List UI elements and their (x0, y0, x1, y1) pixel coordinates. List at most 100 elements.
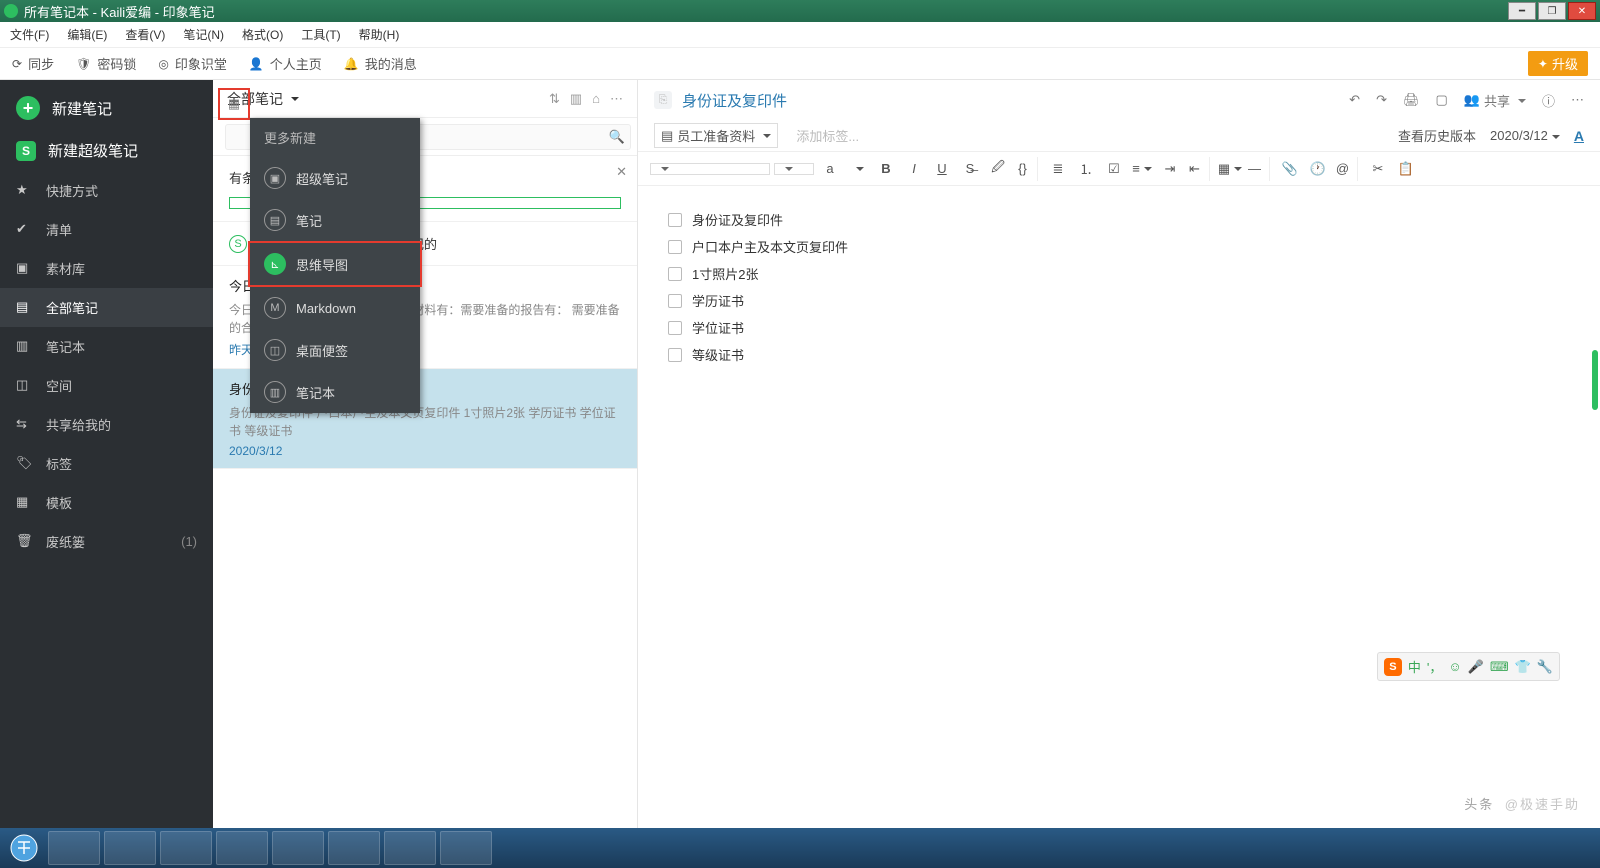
taskbar-item[interactable] (48, 831, 100, 865)
checkbox-icon[interactable] (668, 213, 682, 227)
scroll-indicator[interactable] (1592, 350, 1598, 410)
taskbar-item[interactable] (272, 831, 324, 865)
window-maximize-button[interactable]: ❐ (1538, 2, 1566, 20)
font-family-select[interactable] (650, 163, 770, 175)
outdent-icon[interactable]: ⇤ (1186, 157, 1210, 181)
ime-keyboard-icon[interactable]: ⌨ (1490, 659, 1509, 675)
new-note-type-grid-button[interactable]: ▦ (218, 88, 250, 120)
sidebar-item-templates[interactable]: ▦模板 (0, 483, 213, 522)
menu-note[interactable]: 笔记(N) (183, 26, 224, 43)
dropdown-option-notebook[interactable]: ▥笔记本 (250, 371, 420, 413)
upgrade-button[interactable]: ✦ 升级 (1528, 51, 1588, 76)
menu-format[interactable]: 格式(O) (242, 26, 283, 43)
taskbar-item[interactable] (160, 831, 212, 865)
font-color-dropdown-icon[interactable] (846, 157, 870, 181)
menu-edit[interactable]: 编辑(E) (67, 26, 107, 43)
checkbox-icon[interactable] (668, 348, 682, 362)
checklist-item[interactable]: 户口本户主及本文页复印件 (668, 233, 1570, 260)
indent-icon[interactable]: ⇥ (1158, 157, 1182, 181)
add-tag-input[interactable]: 添加标签... (796, 126, 859, 145)
clock-icon[interactable]: 🕐 (1306, 157, 1330, 181)
sync-button[interactable]: ⟳ 同步 (12, 54, 54, 73)
ime-toolbar[interactable]: S 中 '， ☺ 🎤 ⌨ 👕 🔧 (1377, 652, 1560, 681)
table-icon[interactable]: ▦ (1218, 157, 1242, 181)
checklist-item[interactable]: 1寸照片2张 (668, 260, 1570, 287)
taskbar-item[interactable] (328, 831, 380, 865)
code-icon[interactable]: {} (1014, 157, 1038, 181)
home-button[interactable]: 👤 个人主页 (249, 54, 322, 73)
taskbar-item[interactable] (216, 831, 268, 865)
banner-close-icon[interactable]: ✕ (616, 164, 627, 180)
window-close-button[interactable]: ✕ (1568, 2, 1596, 20)
menu-view[interactable]: 查看(V) (125, 26, 165, 43)
window-minimize-button[interactable]: ━ (1508, 2, 1536, 20)
note-content[interactable]: 身份证及复印件 户口本户主及本文页复印件 1寸照片2张 学历证书 学位证书 等级… (638, 186, 1600, 828)
format-toggle-icon[interactable]: A (1574, 128, 1584, 144)
sidebar-item-notebooks[interactable]: ▥笔记本 (0, 327, 213, 366)
note-title[interactable]: 身份证及复印件 (682, 90, 787, 111)
italic-icon[interactable]: I (902, 157, 926, 181)
at-icon[interactable]: @ (1334, 157, 1358, 181)
highlight-icon[interactable]: 🖉 (986, 157, 1010, 181)
info-icon[interactable]: ⓘ (1542, 91, 1555, 110)
checkbox-icon[interactable] (668, 321, 682, 335)
new-note-button[interactable]: + 新建笔记 (0, 86, 213, 130)
redo-icon[interactable]: ↷ (1376, 92, 1387, 108)
dropdown-option-note[interactable]: ▤笔记 (250, 199, 420, 241)
sort-icon[interactable]: ⇅ (549, 91, 560, 107)
dropdown-option-markdown[interactable]: MMarkdown (250, 287, 420, 329)
taskbar-item[interactable] (384, 831, 436, 865)
align-icon[interactable]: ≡ (1130, 157, 1154, 181)
note-date[interactable]: 2020/3/12 (1490, 128, 1560, 143)
ime-mic-icon[interactable]: 🎤 (1468, 659, 1484, 675)
checkbox-icon[interactable] (668, 267, 682, 281)
editor-more-icon[interactable]: ⋯ (1571, 92, 1584, 108)
checklist-item[interactable]: 身份证及复印件 (668, 206, 1570, 233)
messages-button[interactable]: 🔔 我的消息 (344, 54, 417, 73)
sidebar-item-trash[interactable]: 🗑废纸篓(1) (0, 522, 213, 561)
knowledge-button[interactable]: ◎ 印象识堂 (158, 54, 227, 73)
attachment-icon[interactable]: 📎 (1278, 157, 1302, 181)
hr-icon[interactable]: — (1246, 157, 1270, 181)
checkbox-icon[interactable]: ☑ (1102, 157, 1126, 181)
strikethrough-icon[interactable]: S̶ (958, 157, 982, 181)
sidebar-item-tags[interactable]: 🏷标签 (0, 444, 213, 483)
password-lock-button[interactable]: 🛡 密码锁 (76, 54, 136, 73)
ime-emoji-icon[interactable]: ☺ (1448, 659, 1461, 674)
share-button[interactable]: 👥 共享 (1464, 91, 1526, 110)
print-icon[interactable]: 🖨 (1403, 92, 1420, 108)
sidebar-item-shared[interactable]: ⇆共享给我的 (0, 405, 213, 444)
taskbar-item[interactable] (104, 831, 156, 865)
bold-icon[interactable]: B (874, 157, 898, 181)
menu-help[interactable]: 帮助(H) (359, 26, 400, 43)
bullet-list-icon[interactable]: ≣ (1046, 157, 1070, 181)
ime-skin-icon[interactable]: 👕 (1515, 659, 1531, 675)
taskbar-item[interactable] (440, 831, 492, 865)
encrypt-icon[interactable]: ✂ (1366, 157, 1390, 181)
menu-file[interactable]: 文件(F) (10, 26, 49, 43)
dropdown-option-sticky[interactable]: ◫桌面便签 (250, 329, 420, 371)
sidebar-item-checklist[interactable]: ✔清单 (0, 210, 213, 249)
menu-tools[interactable]: 工具(T) (301, 26, 340, 43)
checkbox-icon[interactable] (668, 294, 682, 308)
ime-lang-icon[interactable]: 中 (1408, 657, 1421, 676)
search-icon[interactable]: 🔍 (609, 129, 625, 145)
sidebar-item-library[interactable]: ▣素材库 (0, 249, 213, 288)
ime-punct-icon[interactable]: '， (1427, 657, 1442, 676)
sidebar-item-all-notes[interactable]: ▤全部笔记 (0, 288, 213, 327)
sidebar-item-shortcuts[interactable]: ★快捷方式 (0, 171, 213, 210)
note-link-icon[interactable]: ⎘ (654, 91, 672, 109)
present-icon[interactable]: ▢ (1435, 92, 1447, 108)
more-icon[interactable]: ⋯ (610, 91, 623, 107)
checklist-item[interactable]: 等级证书 (668, 341, 1570, 368)
dropdown-option-mindmap[interactable]: ⊾思维导图 (248, 241, 422, 287)
view-list-icon[interactable]: ▥ (570, 91, 582, 107)
underline-icon[interactable]: U (930, 157, 954, 181)
dropdown-option-super-note[interactable]: ▣超级笔记 (250, 157, 420, 199)
checklist-item[interactable]: 学位证书 (668, 314, 1570, 341)
number-list-icon[interactable]: ⒈ (1074, 157, 1098, 181)
font-size-select[interactable] (774, 163, 814, 175)
start-button[interactable] (4, 828, 44, 868)
clipboard-icon[interactable]: 📋 (1394, 157, 1418, 181)
ime-tool-icon[interactable]: 🔧 (1537, 659, 1553, 675)
